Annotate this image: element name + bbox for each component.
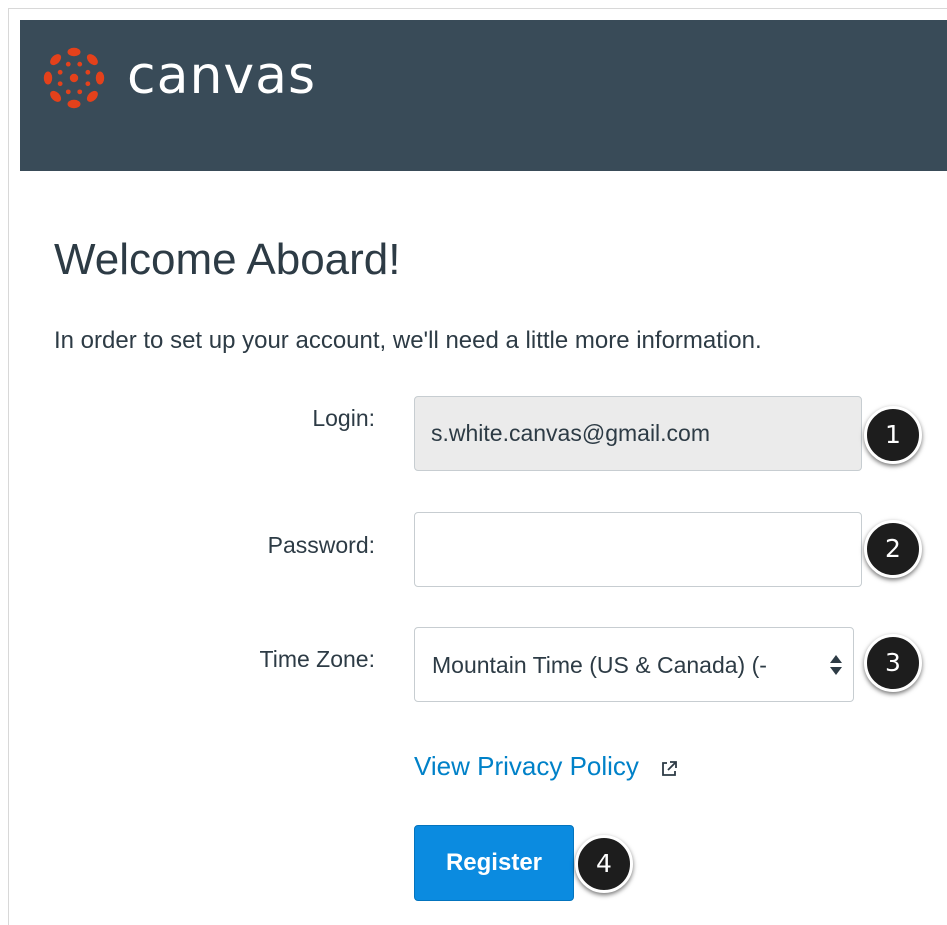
login-field[interactable] xyxy=(414,396,862,471)
callout-badge-2: 2 xyxy=(864,520,922,578)
brand-wordmark[interactable]: canvas xyxy=(127,42,316,110)
time-zone-select[interactable]: Mountain Time (US & Canada) (- xyxy=(414,627,854,702)
password-label: Password: xyxy=(267,532,375,558)
external-link-icon[interactable] xyxy=(660,760,678,778)
page-title: Welcome Aboard! xyxy=(54,235,401,284)
privacy-policy-link[interactable]: View Privacy Policy xyxy=(414,749,639,783)
time-zone-label: Time Zone: xyxy=(259,646,375,672)
page-subtitle: In order to set up your account, we'll n… xyxy=(54,327,762,354)
select-arrows-icon xyxy=(830,655,842,675)
password-field[interactable] xyxy=(414,512,862,587)
callout-badge-1: 1 xyxy=(864,406,922,464)
register-button[interactable]: Register xyxy=(414,825,574,901)
canvas-logo-icon[interactable] xyxy=(40,44,108,112)
callout-badge-4: 4 xyxy=(575,835,633,893)
login-label: Login: xyxy=(312,405,375,431)
time-zone-selected-value: Mountain Time (US & Canada) (- xyxy=(432,652,767,678)
callout-badge-3: 3 xyxy=(864,634,922,692)
